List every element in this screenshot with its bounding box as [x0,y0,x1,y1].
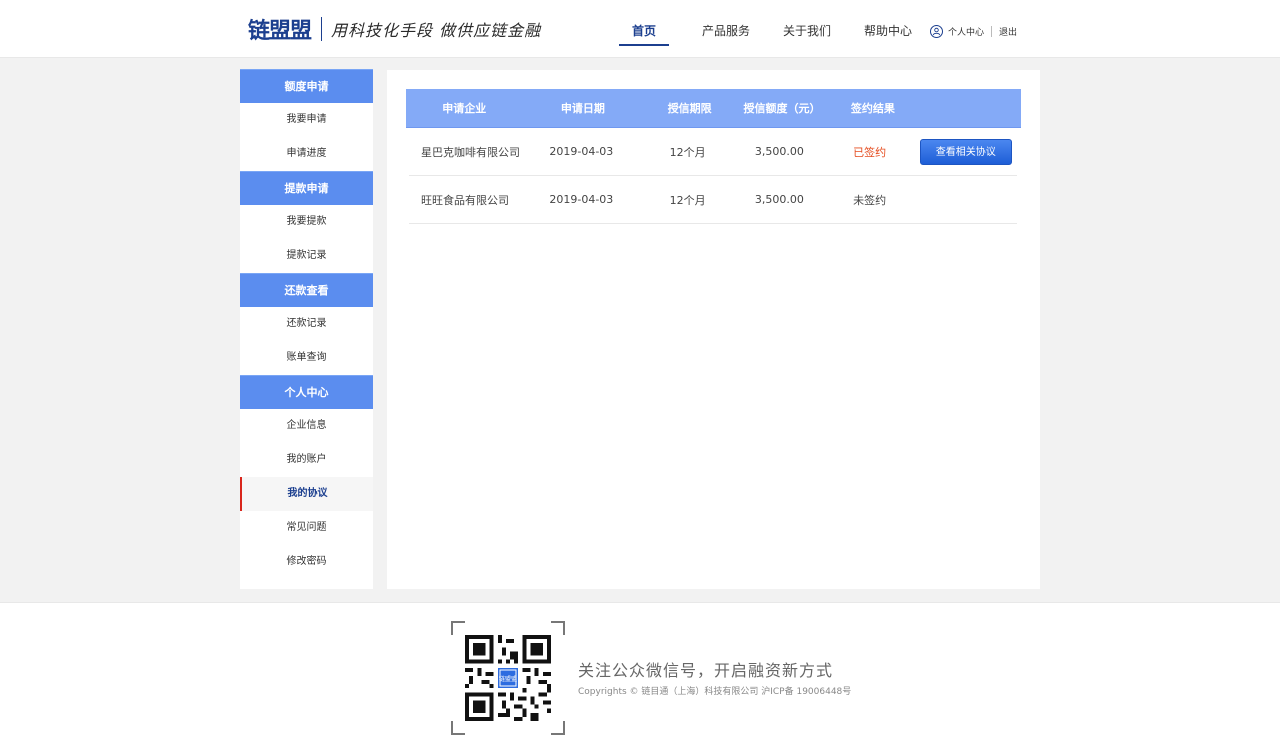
frame-corner [551,721,565,735]
nav-products[interactable]: 产品服务 [702,0,750,46]
sidebar-item-apply-progress[interactable]: 申请进度 [240,137,373,171]
sidebar-group-credit-apply: 额度申请 [240,69,373,103]
qr-code-frame: 链盟盟 [451,621,565,735]
sidebar-item-change-password[interactable]: 修改密码 [240,545,373,579]
table-row: 星巴克咖啡有限公司 2019-04-03 12个月 3,500.00 已签约 查… [409,128,1017,176]
col-action [918,89,1021,127]
col-term: 授信期限 [667,102,712,115]
table-row: 旺旺食品有限公司 2019-04-03 12个月 3,500.00 未签约 [409,176,1017,224]
status-badge: 已签约 [853,145,887,159]
footer: 链盟盟 关注公众微信号，开启融资新方式 Copyrights © 链目通（上海）… [0,602,1280,752]
cell-company: 星巴克咖啡有限公司 [421,145,520,159]
sidebar-item-my-account[interactable]: 我的账户 [240,443,373,477]
sidebar-item-faq[interactable]: 常见问题 [240,511,373,545]
user-divider [991,25,993,37]
logo-divider [321,17,323,41]
cell-amount: 3,500.00 [754,145,804,158]
sidebar-item-apply[interactable]: 我要申请 [240,103,373,137]
table-header: 申请企业 申请日期 授信期限 授信额度（元） 签约结果 [406,89,1021,128]
cell-date: 2019-04-03 [549,193,614,206]
sidebar-item-withdraw-records[interactable]: 提款记录 [240,239,373,273]
cell-company: 旺旺食品有限公司 [421,193,509,207]
cell-term: 12个月 [669,193,706,207]
user-center-link[interactable]: 个人中心 [948,25,984,38]
nav-help[interactable]: 帮助中心 [864,0,912,46]
logout-link[interactable]: 退出 [999,25,1017,38]
cell-date: 2019-04-03 [549,145,614,158]
sidebar-item-withdraw[interactable]: 我要提款 [240,205,373,239]
nav-home[interactable]: 首页 [619,0,670,46]
qr-code-icon: 链盟盟 [465,635,551,721]
user-icon [930,24,943,38]
cell-action: 查看相关协议 [915,138,1017,165]
main-nav: 首页 产品服务 关于我们 帮助中心 [619,0,912,58]
top-header: 链盟盟 用科技化手段 做供应链金融 首页 产品服务 关于我们 帮助中心 个人中心… [0,0,1280,58]
main-panel: 申请企业 申请日期 授信期限 授信额度（元） 签约结果 星巴克咖啡有限公司 20… [387,70,1040,589]
cell-term: 12个月 [669,145,706,159]
sidebar: 额度申请 我要申请 申请进度 提款申请 我要提款 提款记录 还款查看 还款记录 … [240,69,373,589]
sidebar-item-repayment-records[interactable]: 还款记录 [240,307,373,341]
frame-corner [451,621,465,635]
copyright-text: Copyrights © 链目通（上海）科技有限公司 沪ICP备 1900644… [578,687,852,697]
qr-logo-label: 链盟盟 [499,675,517,683]
cell-amount: 3,500.00 [754,193,804,206]
sidebar-group-repayment: 还款查看 [240,273,373,307]
view-agreement-button[interactable]: 查看相关协议 [919,138,1012,165]
col-status: 签约结果 [850,102,895,115]
frame-corner [551,621,565,635]
sidebar-item-my-agreements[interactable]: 我的协议 [240,477,373,511]
sidebar-group-personal: 个人中心 [240,375,373,409]
user-menu: 个人中心 退出 [930,23,1017,39]
logo-text: 链盟盟 [248,19,312,44]
col-amount: 授信额度（元） [743,102,821,115]
sidebar-group-withdraw: 提款申请 [240,171,373,205]
sidebar-item-company-info[interactable]: 企业信息 [240,409,373,443]
nav-about[interactable]: 关于我们 [783,0,831,46]
footer-title: 关注公众微信号，开启融资新方式 [578,661,834,680]
sidebar-item-bill-query[interactable]: 账单查询 [240,341,373,375]
col-date: 申请日期 [560,102,605,115]
frame-corner [451,721,465,735]
logo[interactable]: 链盟盟 用科技化手段 做供应链金融 [248,14,541,44]
col-company: 申请企业 [442,102,487,115]
slogan: 用科技化手段 做供应链金融 [331,21,542,40]
status-badge: 未签约 [853,193,887,207]
